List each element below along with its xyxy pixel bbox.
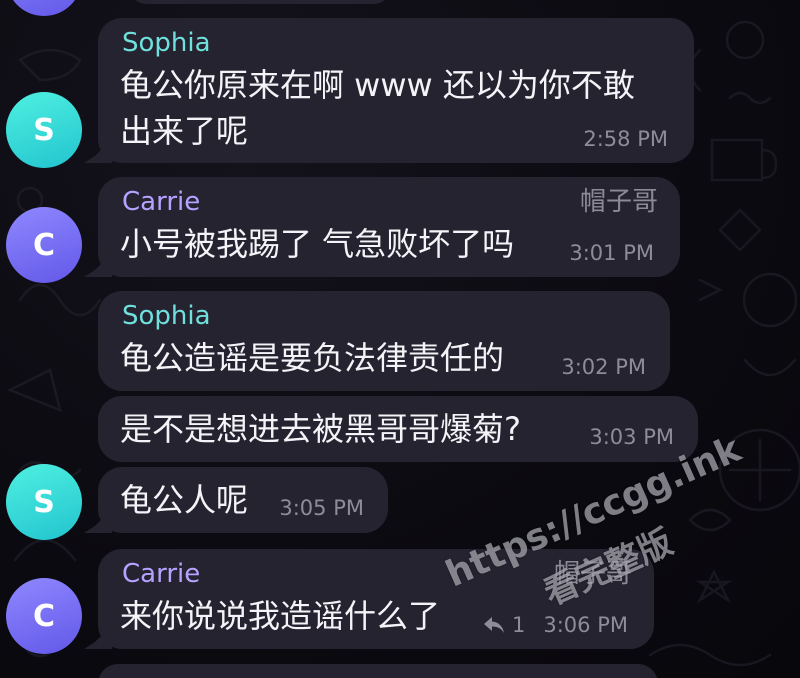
- message-bubble-2[interactable]: Carrie 帽子哥 小号被我踢了 气急败坏了吗 3:01 PM: [98, 177, 680, 277]
- message-time: 2:58 PM: [583, 127, 668, 151]
- chat-screen: Sophia 龟公你原来在啊 www 还以为你不敢 出来了呢 2:58 PM S…: [0, 0, 800, 678]
- sender-name[interactable]: Carrie: [122, 187, 200, 217]
- sender-name[interactable]: Carrie: [122, 559, 200, 589]
- message-text: 龟公人呢: [120, 481, 249, 519]
- message-time: 3:05 PM: [279, 496, 364, 520]
- avatar-sophia[interactable]: S: [6, 464, 82, 540]
- reply-arrow-icon: [484, 617, 504, 633]
- message-text: 来你说说我造谣什么了: [120, 597, 441, 635]
- message-time: 3:02 PM: [561, 355, 646, 379]
- reply-count: 1: [512, 613, 526, 637]
- avatar-carrie[interactable]: C: [6, 578, 82, 654]
- sender-name[interactable]: Sophia: [122, 301, 211, 331]
- reply-indicator[interactable]: 1 3:06 PM: [482, 613, 628, 637]
- message-text: 是不是想进去被黑哥哥爆菊?: [120, 410, 521, 448]
- next-message-bubble-fragment: [98, 664, 658, 678]
- member-rank-label: 帽子哥: [579, 187, 658, 217]
- message-text: 龟公造谣是要负法律责任的: [120, 339, 505, 377]
- message-time: 3:03 PM: [589, 425, 674, 449]
- avatar-sophia[interactable]: S: [6, 92, 82, 168]
- message-time: 3:06 PM: [543, 613, 628, 637]
- message-bubble-4[interactable]: 是不是想进去被黑哥哥爆菊? 3:03 PM: [98, 396, 698, 462]
- previous-message-bubble-fragment: [130, 0, 390, 4]
- message-bubble-3[interactable]: Sophia 龟公造谣是要负法律责任的 3:02 PM: [98, 291, 670, 391]
- avatar-carrie[interactable]: C: [6, 207, 82, 283]
- message-text: 小号被我踢了 气急败坏了吗: [120, 225, 515, 263]
- message-bubble-1[interactable]: Sophia 龟公你原来在啊 www 还以为你不敢 出来了呢 2:58 PM: [98, 18, 694, 163]
- sender-name[interactable]: Sophia: [122, 28, 211, 58]
- message-time: 3:01 PM: [569, 241, 654, 265]
- message-bubble-5[interactable]: 龟公人呢 3:05 PM: [98, 467, 388, 533]
